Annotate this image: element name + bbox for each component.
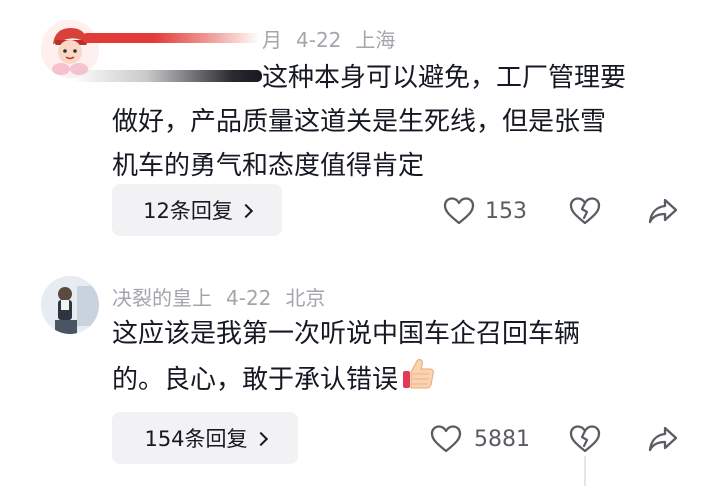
- view-replies-button[interactable]: 154条回复: [112, 412, 298, 464]
- comment-text-fragment: 的。良心，敢于承认错误: [112, 365, 399, 395]
- author-name-fragment[interactable]: 月: [262, 28, 282, 52]
- comment-text-line: 这种本身可以避免，工厂管理要: [262, 63, 627, 93]
- text-redaction-stroke: [70, 70, 262, 82]
- comment-item: 月 4-22 上海 这种本身可以避免，工厂管理要 做好，产品质量这道关是生死线，但是…: [0, 0, 719, 250]
- chevron-right-icon: [253, 431, 268, 446]
- scroll-indicator: [584, 456, 586, 486]
- share-button[interactable]: [647, 424, 679, 454]
- heart-outline-icon: [443, 197, 475, 225]
- like-count: 5881: [474, 426, 530, 452]
- share-button[interactable]: [647, 196, 679, 226]
- avatar[interactable]: [41, 276, 99, 334]
- comment-meta: 月 4-22 上海: [262, 24, 409, 53]
- name-highlight-stroke: [82, 33, 260, 43]
- like-count: 153: [485, 198, 527, 224]
- author-name[interactable]: 决裂的皇上: [112, 286, 212, 310]
- comment-text-line: 做好，产品质量这道关是生死线，但是张雪: [112, 107, 607, 137]
- comment-date: 4-22: [296, 28, 342, 52]
- comment-location: 上海: [355, 28, 396, 52]
- comment-meta: 决裂的皇上 4-22 北京: [112, 282, 339, 311]
- chevron-right-icon: [238, 203, 253, 218]
- comment-location: 北京: [285, 286, 326, 310]
- reply-count-label: 12条回复: [143, 199, 233, 223]
- dislike-button[interactable]: [569, 424, 601, 454]
- broken-heart-icon: [569, 425, 601, 453]
- comment-text-line-with-emoji: 的。良心，敢于承认错误: [112, 356, 436, 406]
- dislike-button[interactable]: [569, 196, 601, 226]
- comment-date: 4-22: [226, 286, 272, 310]
- comment-item: 决裂的皇上 4-22 北京 这应该是我第一次听说中国车企召回车辆 的。良心，敢于承认…: [0, 250, 719, 492]
- share-arrow-icon: [648, 426, 678, 452]
- view-replies-button[interactable]: 12条回复: [112, 184, 282, 236]
- reply-count-label: 154条回复: [144, 427, 248, 451]
- comment-text-line: 这应该是我第一次听说中国车企召回车辆: [112, 319, 581, 349]
- comment-text-line: 机车的勇气和态度值得肯定: [112, 151, 425, 181]
- broken-heart-icon: [569, 197, 601, 225]
- thumbs-up-emoji-icon: [400, 356, 436, 406]
- heart-outline-icon: [430, 425, 462, 453]
- share-arrow-icon: [648, 198, 678, 224]
- like-button[interactable]: 153: [443, 196, 527, 226]
- like-button[interactable]: 5881: [430, 424, 530, 454]
- avatar-photo-icon: [41, 276, 99, 334]
